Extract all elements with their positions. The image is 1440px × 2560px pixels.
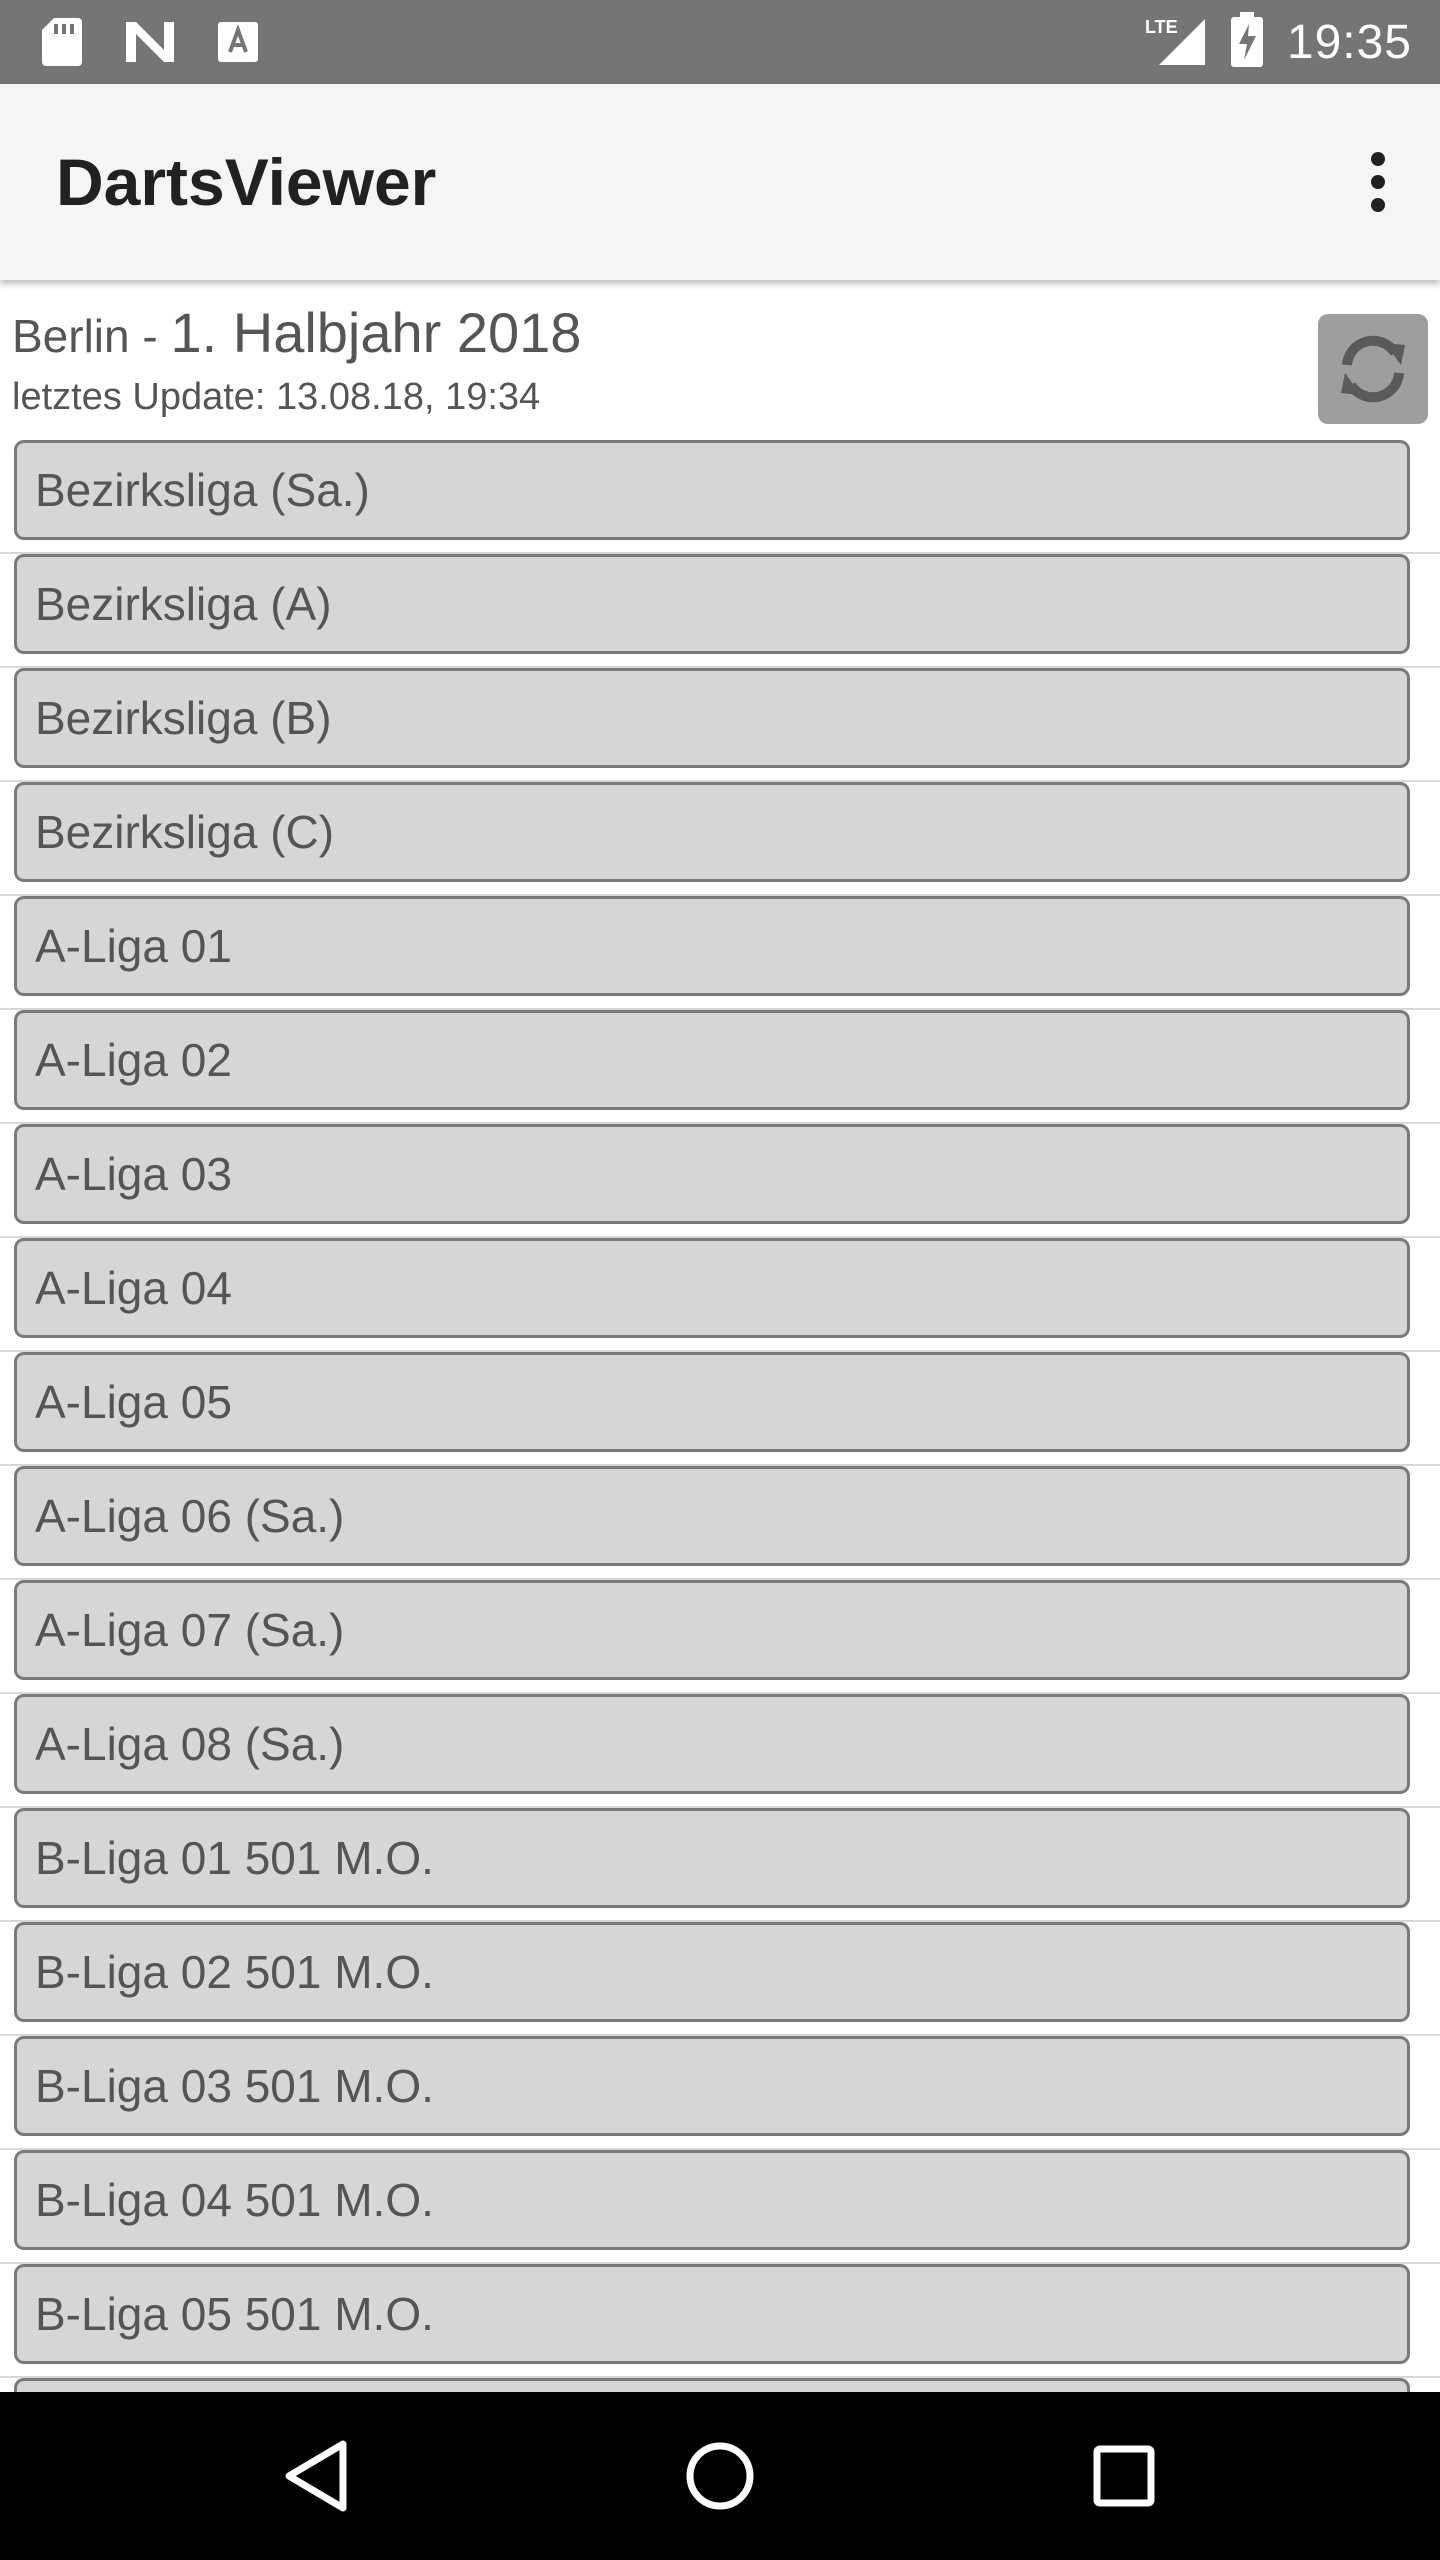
list-item: Bezirksliga (C) [0, 782, 1440, 896]
list-item: A-Liga 07 (Sa.) [0, 1580, 1440, 1694]
list-item: A-Liga 01 [0, 896, 1440, 1010]
font-icon [216, 20, 260, 64]
list-item: A-Liga 02 [0, 1010, 1440, 1124]
league-button-bezirksliga-a[interactable]: Bezirksliga (A) [14, 554, 1410, 654]
status-bar: LTE 19:35 [0, 0, 1440, 84]
league-button-a-liga-07-sa[interactable]: A-Liga 07 (Sa.) [14, 1580, 1410, 1680]
list-item: Bezirksliga (A) [0, 554, 1440, 668]
league-button-b-liga-04[interactable]: B-Liga 04 501 M.O. [14, 2150, 1410, 2250]
list-item: B-Liga 04 501 M.O. [0, 2150, 1440, 2264]
list-item [0, 2378, 1440, 2392]
league-button-a-liga-04[interactable]: A-Liga 04 [14, 1238, 1410, 1338]
content[interactable]: Berlin - 1. Halbjahr 2018 letztes Update… [0, 280, 1440, 2392]
season-header: Berlin - 1. Halbjahr 2018 letztes Update… [0, 280, 1440, 440]
season-title: Berlin - 1. Halbjahr 2018 [12, 300, 581, 365]
list-item: Bezirksliga (Sa.) [0, 440, 1440, 554]
league-button-bezirksliga-b[interactable]: Bezirksliga (B) [14, 668, 1410, 768]
last-update-label: letztes Update: 13.08.18, 19:34 [12, 376, 541, 418]
season-label: 1. Halbjahr 2018 [170, 301, 582, 364]
list-item: B-Liga 05 501 M.O. [0, 2264, 1440, 2378]
league-button-a-liga-08-sa[interactable]: A-Liga 08 (Sa.) [14, 1694, 1410, 1794]
list-item: B-Liga 02 501 M.O. [0, 1922, 1440, 2036]
sd-card-icon [40, 16, 84, 68]
back-button[interactable] [236, 2392, 396, 2560]
league-button-b-liga-02[interactable]: B-Liga 02 501 M.O. [14, 1922, 1410, 2022]
list-item: B-Liga 03 501 M.O. [0, 2036, 1440, 2150]
battery-charging-icon [1229, 12, 1265, 72]
list-item: A-Liga 03 [0, 1124, 1440, 1238]
list-item: Bezirksliga (B) [0, 668, 1440, 782]
league-button-bezirksliga-sa[interactable]: Bezirksliga (Sa.) [14, 440, 1410, 540]
list-item: A-Liga 04 [0, 1238, 1440, 1352]
league-button-a-liga-01[interactable]: A-Liga 01 [14, 896, 1410, 996]
recents-icon [1093, 2445, 1155, 2507]
league-button-b-liga-01[interactable]: B-Liga 01 501 M.O. [14, 1808, 1410, 1908]
system-status: LTE 19:35 [1143, 0, 1412, 84]
league-button-partial[interactable] [14, 2378, 1410, 2392]
league-button-a-liga-02[interactable]: A-Liga 02 [14, 1010, 1410, 1110]
app-bar: DartsViewer [0, 84, 1440, 280]
n-icon [124, 20, 176, 64]
more-vert-icon[interactable] [1356, 142, 1400, 222]
status-time: 19:35 [1286, 15, 1412, 69]
refresh-button[interactable] [1318, 314, 1428, 424]
recents-button[interactable] [1044, 2392, 1204, 2560]
list-item: A-Liga 06 (Sa.) [0, 1466, 1440, 1580]
title-separator: - [129, 310, 171, 362]
home-icon [686, 2442, 754, 2510]
league-button-a-liga-03[interactable]: A-Liga 03 [14, 1124, 1410, 1224]
back-icon [285, 2440, 347, 2512]
league-button-b-liga-05[interactable]: B-Liga 05 501 M.O. [14, 2264, 1410, 2364]
city-label: Berlin [12, 310, 130, 362]
refresh-icon [1341, 335, 1405, 403]
league-button-a-liga-05[interactable]: A-Liga 05 [14, 1352, 1410, 1452]
notification-icons [40, 14, 260, 70]
navigation-bar [0, 2392, 1440, 2560]
svg-text:LTE: LTE [1145, 17, 1178, 37]
app-title: DartsViewer [56, 145, 437, 219]
list-item: B-Liga 01 501 M.O. [0, 1808, 1440, 1922]
league-button-a-liga-06-sa[interactable]: A-Liga 06 (Sa.) [14, 1466, 1410, 1566]
home-button[interactable] [640, 2392, 800, 2560]
list-item: A-Liga 05 [0, 1352, 1440, 1466]
lte-signal-icon: LTE [1143, 13, 1207, 71]
list-item: A-Liga 08 (Sa.) [0, 1694, 1440, 1808]
league-button-b-liga-03[interactable]: B-Liga 03 501 M.O. [14, 2036, 1410, 2136]
league-list: Bezirksliga (Sa.) Bezirksliga (A) Bezirk… [0, 440, 1440, 2392]
league-button-bezirksliga-c[interactable]: Bezirksliga (C) [14, 782, 1410, 882]
